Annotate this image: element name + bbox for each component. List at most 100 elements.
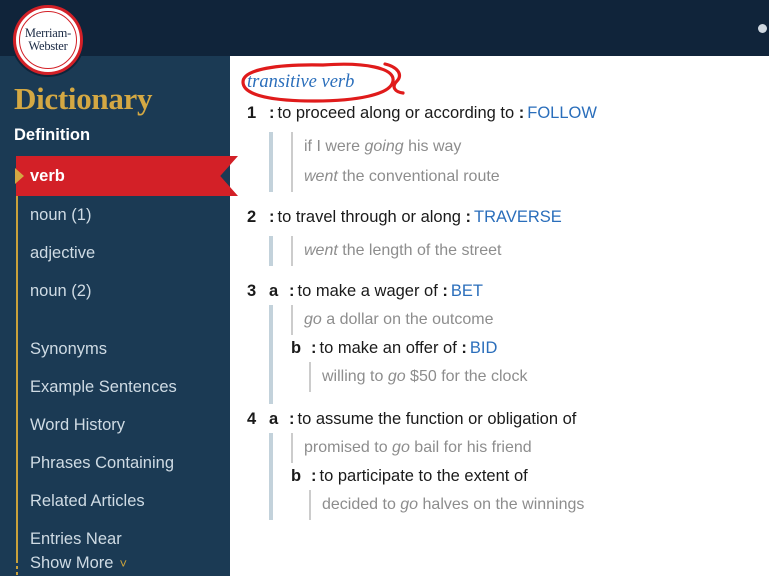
cross-reference-link[interactable]: BID bbox=[470, 339, 498, 357]
definition-text: : to make a wager of : BET bbox=[289, 278, 769, 305]
sense-3: 3 a : to make a wager of : BET go a dollar… bbox=[247, 278, 769, 404]
example-sentence: if I were going his way bbox=[291, 132, 769, 162]
definition-text: : to proceed along or according to : FOLLO… bbox=[269, 100, 769, 127]
example-post: $50 for the clock bbox=[405, 368, 528, 385]
sidebar-item-phrases-containing[interactable]: Phrases Containing bbox=[0, 444, 230, 482]
sense-list: 1 : to proceed along or according to : FOL… bbox=[230, 100, 769, 520]
definition-colon: : bbox=[289, 410, 295, 428]
sidebar-divider-gap bbox=[0, 310, 230, 330]
definition-wording: to travel through or along bbox=[277, 208, 461, 226]
show-more-button[interactable]: Show More ˅ bbox=[0, 554, 230, 573]
merriam-webster-logo[interactable]: Merriam- Webster bbox=[13, 5, 83, 75]
sense-3-rule: go a dollar on the outcome b : to make an… bbox=[269, 305, 769, 404]
sense-letter: b bbox=[291, 339, 302, 357]
example-headword: go bbox=[304, 311, 322, 328]
example-headword: going bbox=[364, 138, 404, 155]
sidebar-item-entries-near-label: Entries Near bbox=[30, 529, 122, 548]
sense-3-spacer bbox=[273, 392, 769, 404]
cross-reference-link[interactable]: BET bbox=[451, 282, 483, 300]
sidebar-item-word-history[interactable]: Word History bbox=[0, 406, 230, 444]
definition-wording: to proceed along or according to bbox=[277, 104, 515, 122]
sense-letter: b bbox=[291, 467, 302, 485]
example-pre: promised to bbox=[304, 439, 393, 456]
xref-colon: : bbox=[461, 339, 467, 357]
sidebar-item-synonyms[interactable]: Synonyms bbox=[0, 330, 230, 368]
part-of-speech-row: transitive verb bbox=[230, 62, 769, 103]
active-marker-icon bbox=[15, 168, 24, 184]
definition-wording: to assume the function or obligation of bbox=[297, 410, 577, 428]
sidebar-item-synonyms-label: Synonyms bbox=[30, 339, 108, 358]
sidebar-item-verb-label: verb bbox=[30, 166, 65, 185]
example-pre: decided to bbox=[322, 496, 401, 513]
logo-inner-ring: Merriam- Webster bbox=[19, 11, 77, 69]
sense-2: 2 : to travel through or along : TRAVERSE … bbox=[247, 204, 769, 276]
sense-body: : to travel through or along : TRAVERSE we… bbox=[269, 204, 769, 276]
example-headword: went bbox=[304, 242, 338, 259]
example-headword: go bbox=[400, 496, 419, 513]
sense-4-rule: promised to go bail for his friend b : to… bbox=[269, 433, 769, 520]
definition-text: : to make an offer of : BID bbox=[311, 335, 769, 362]
example-post: the conventional route bbox=[337, 168, 500, 185]
definition-colon: : bbox=[269, 208, 275, 226]
chevron-down-icon: ˅ bbox=[119, 556, 128, 571]
sidebar-item-word-history-label: Word History bbox=[30, 415, 126, 434]
example-sentence: go a dollar on the outcome bbox=[291, 305, 769, 335]
definition-wording: to make a wager of bbox=[297, 282, 438, 300]
sidebar-nav-list: verb noun (1) adjective noun (2) Synonym… bbox=[0, 156, 238, 558]
example-sentence: promised to go bail for his friend bbox=[291, 433, 769, 463]
sidebar-item-related-articles-label: Related Articles bbox=[30, 491, 145, 510]
sidebar-item-adjective[interactable]: adjective bbox=[0, 234, 230, 272]
definition-colon: : bbox=[311, 339, 317, 357]
sidebar-item-verb[interactable]: verb bbox=[0, 156, 238, 196]
definition-colon: : bbox=[269, 104, 275, 122]
definition-text: : to participate to the extent of bbox=[311, 463, 769, 490]
example-headword: go bbox=[392, 439, 410, 456]
dictionary-page: Merriam- Webster Dictionary Thesaurus ✕ … bbox=[0, 0, 769, 576]
sidebar-item-noun-2-label: noun (2) bbox=[30, 281, 92, 300]
example-sentence: decided to go halves on the winnings bbox=[309, 490, 769, 520]
part-of-speech-label: transitive verb bbox=[247, 71, 355, 92]
show-more-label: Show More bbox=[30, 554, 114, 572]
definition-panel: transitive verb 1 : to proceed along or a… bbox=[230, 56, 769, 576]
top-header-bar bbox=[0, 0, 769, 56]
example-sentence: went the conventional route bbox=[291, 162, 769, 192]
sense-body: a : to assume the function or obligation … bbox=[269, 406, 769, 520]
xref-colon: : bbox=[442, 282, 448, 300]
sidebar-subtitle: Definition bbox=[14, 126, 91, 144]
sense-letter: a bbox=[269, 410, 279, 428]
example-pre: willing to bbox=[322, 368, 388, 385]
definition-text: : to travel through or along : TRAVERSE bbox=[269, 204, 769, 231]
sense-1: 1 : to proceed along or according to : FOL… bbox=[247, 100, 769, 202]
example-sentence: went the length of the street bbox=[291, 236, 769, 266]
sense-4: 4 a : to assume the function or obligatio… bbox=[247, 406, 769, 520]
cross-reference-link[interactable]: FOLLOW bbox=[527, 104, 597, 122]
sense-body: : to proceed along or according to : FOLLO… bbox=[269, 100, 769, 202]
definition-colon: : bbox=[289, 282, 295, 300]
xref-colon: : bbox=[518, 104, 525, 122]
sidebar-item-example-sentences[interactable]: Example Sentences bbox=[0, 368, 230, 406]
sidebar-item-noun-1[interactable]: noun (1) bbox=[0, 196, 230, 234]
sidebar-item-adjective-label: adjective bbox=[30, 243, 96, 262]
example-group: if I were going his way went the convent… bbox=[269, 132, 769, 192]
definition-wording: to participate to the extent of bbox=[319, 467, 528, 485]
definition-wording: to make an offer of bbox=[319, 339, 457, 357]
sense-number: 3 bbox=[247, 282, 257, 300]
sidebar: Dictionary Definition verb noun (1) adje… bbox=[0, 56, 238, 576]
sidebar-title: Dictionary bbox=[14, 81, 153, 116]
example-headword: go bbox=[387, 368, 406, 385]
sidebar-item-example-sentences-label: Example Sentences bbox=[30, 377, 177, 396]
sidebar-item-entries-near[interactable]: Entries Near bbox=[0, 520, 230, 558]
sidebar-item-noun-2[interactable]: noun (2) bbox=[0, 272, 230, 310]
sense-body: a : to make a wager of : BET go a dollar o… bbox=[269, 278, 769, 404]
example-sentence: willing to go $50 for the clock bbox=[309, 362, 769, 392]
definition-colon: : bbox=[311, 467, 317, 485]
cross-reference-link[interactable]: TRAVERSE bbox=[474, 208, 562, 226]
offscreen-menu-icon[interactable] bbox=[758, 24, 767, 33]
definition-text: : to assume the function or obligation of bbox=[289, 406, 769, 433]
example-post: halves on the winnings bbox=[418, 496, 585, 513]
xref-colon: : bbox=[465, 208, 472, 226]
example-pre: if I were bbox=[304, 138, 365, 155]
sense-number: 4 bbox=[247, 410, 257, 428]
logo-text-line2: Webster bbox=[28, 39, 68, 53]
sidebar-item-related-articles[interactable]: Related Articles bbox=[0, 482, 230, 520]
